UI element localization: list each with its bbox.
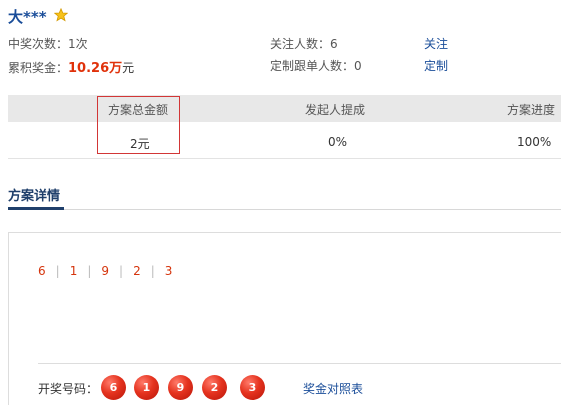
section-underline xyxy=(8,207,64,210)
user-name: 大*** xyxy=(8,8,47,26)
separator: | xyxy=(150,264,155,278)
plan-table-row xyxy=(8,122,561,159)
wins-stat: 中奖次数：1次 xyxy=(8,35,88,52)
pick-number: 9 xyxy=(101,264,110,278)
prize-table-link[interactable]: 奖金对照表 xyxy=(303,380,363,397)
draw-ball: 3 xyxy=(240,375,265,400)
separator: | xyxy=(119,264,124,278)
picked-numbers: 6 | 1 | 9 | 2 | 3 xyxy=(38,264,172,278)
draw-ball: 9 xyxy=(168,375,193,400)
prize-stat: 累积奖金：10.26万元 xyxy=(8,57,134,76)
separator: | xyxy=(87,264,92,278)
pick-number: 2 xyxy=(133,264,141,278)
plan-table-header xyxy=(8,95,561,122)
draw-ball: 6 xyxy=(101,375,126,400)
draw-ball: 1 xyxy=(134,375,159,400)
custom-label: 定制跟单人数： xyxy=(270,59,355,73)
header-commission: 发起人提成 xyxy=(305,103,366,117)
wins-label: 中奖次数： xyxy=(8,37,69,51)
separator: | xyxy=(55,264,60,278)
draw-ball: 2 xyxy=(202,375,227,400)
pick-number: 1 xyxy=(69,264,78,278)
prize-label: 累积奖金： xyxy=(8,61,69,75)
prize-unit: 元 xyxy=(122,61,135,75)
highlight-box xyxy=(97,96,180,154)
star-icon xyxy=(54,8,68,22)
follow-link[interactable]: 关注 xyxy=(424,35,448,52)
custom-link[interactable]: 定制 xyxy=(424,57,448,74)
custom-stat: 定制跟单人数：0 xyxy=(270,57,362,74)
draw-label: 开奖号码： xyxy=(38,382,99,396)
value-progress: 100% xyxy=(517,135,552,149)
followers-value: 6 xyxy=(330,37,338,51)
pick-number: 3 xyxy=(164,264,173,278)
header-progress: 方案进度 xyxy=(507,103,556,117)
section-rule xyxy=(8,209,561,210)
followers-label: 关注人数： xyxy=(270,37,331,51)
section-title: 方案详情 xyxy=(8,189,61,204)
followers-stat: 关注人数：6 xyxy=(270,35,338,52)
prize-amount: 10.26万 xyxy=(68,61,123,76)
pick-number: 6 xyxy=(38,264,46,278)
value-commission: 0% xyxy=(328,135,348,149)
wins-value: 1次 xyxy=(68,37,88,51)
draw-divider xyxy=(38,363,561,364)
custom-value: 0 xyxy=(354,59,362,73)
